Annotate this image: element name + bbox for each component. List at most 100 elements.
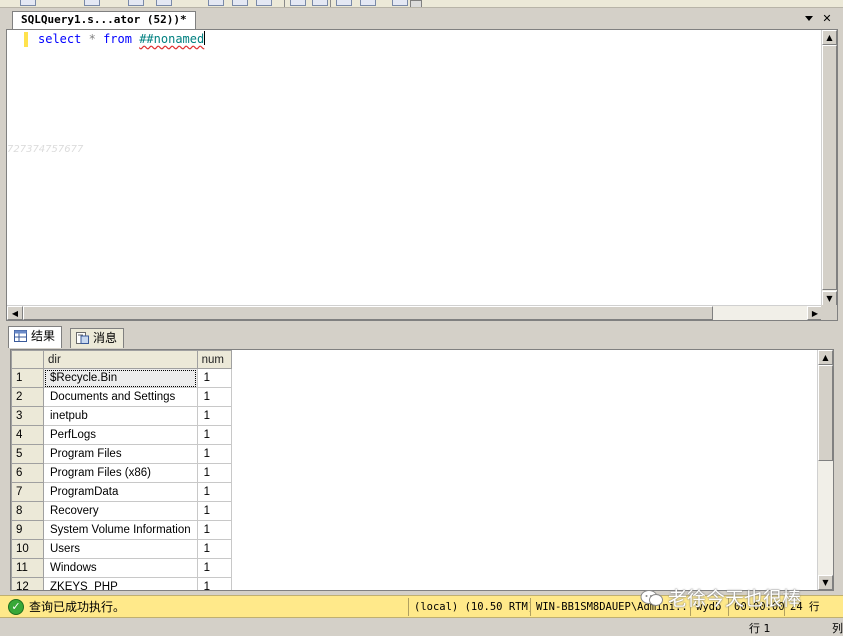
table-row: 12 ZKEYS_PHP 1 xyxy=(11,577,232,590)
table-row: 1 $Recycle.Bin 1 xyxy=(11,368,232,388)
cell-dir[interactable]: ZKEYS_PHP xyxy=(43,577,198,590)
app-status-bar: 行 1 列 xyxy=(0,619,843,636)
close-icon[interactable]: ✕ xyxy=(820,11,834,27)
cursor-line: 行 1 xyxy=(749,622,771,635)
cell-num[interactable]: 1 xyxy=(196,406,232,426)
tab-messages[interactable]: 消息 xyxy=(70,328,125,348)
scrollbar-corner xyxy=(821,305,837,320)
cell-dir[interactable]: $Recycle.Bin xyxy=(43,368,198,388)
toolbar-button[interactable] xyxy=(336,0,352,6)
cell-num[interactable]: 1 xyxy=(196,387,232,407)
cell-num[interactable]: 1 xyxy=(196,577,232,590)
cell-num[interactable]: 1 xyxy=(196,463,232,483)
row-number[interactable]: 10 xyxy=(11,539,44,559)
scroll-left-icon[interactable]: ◀ xyxy=(7,306,23,320)
scroll-thumb[interactable] xyxy=(818,365,833,461)
main-toolbar xyxy=(0,0,843,8)
table-row: 6 Program Files (x86) 1 xyxy=(11,463,232,483)
table-row: 5 Program Files 1 xyxy=(11,444,232,464)
row-number[interactable]: 5 xyxy=(11,444,44,464)
row-number[interactable]: 1 xyxy=(11,368,44,388)
row-number[interactable]: 3 xyxy=(11,406,44,426)
cell-num[interactable]: 1 xyxy=(196,444,232,464)
cell-num[interactable]: 1 xyxy=(196,539,232,559)
editor-horizontal-scrollbar[interactable]: ◀ ▶ xyxy=(7,305,823,320)
cell-num[interactable]: 1 xyxy=(196,520,232,540)
row-number[interactable]: 7 xyxy=(11,482,44,502)
execute-icon[interactable] xyxy=(84,0,100,6)
row-number[interactable]: 9 xyxy=(11,520,44,540)
scroll-thumb[interactable] xyxy=(23,306,713,320)
table-row: 8 Recovery 1 xyxy=(11,501,232,521)
cell-num[interactable]: 1 xyxy=(196,482,232,502)
row-number[interactable]: 6 xyxy=(11,463,44,483)
row-number[interactable]: 12 xyxy=(11,577,44,590)
toolbar-button[interactable] xyxy=(312,0,328,6)
toolbar-overflow-dropdown[interactable] xyxy=(410,0,422,7)
cell-dir[interactable]: Program Files (x86) xyxy=(43,463,198,483)
chevron-down-icon[interactable] xyxy=(802,11,816,27)
tab-results-label: 结果 xyxy=(31,329,56,343)
row-number[interactable]: 2 xyxy=(11,387,44,407)
watermark-text: 老徐今天也很棒 xyxy=(668,588,802,610)
scroll-thumb[interactable] xyxy=(822,45,837,290)
editor-vertical-scrollbar[interactable]: ▲ ▼ xyxy=(821,30,837,306)
column-header-dir[interactable]: dir xyxy=(43,350,198,369)
cell-dir[interactable]: Windows xyxy=(43,558,198,578)
toolbar-button[interactable] xyxy=(156,0,172,6)
message-icon xyxy=(76,332,89,344)
editor-margin xyxy=(7,30,25,306)
table-row: 4 PerfLogs 1 xyxy=(11,425,232,445)
faint-text: 727374757677 xyxy=(7,144,84,155)
cell-num[interactable]: 1 xyxy=(196,368,232,388)
row-number[interactable]: 4 xyxy=(11,425,44,445)
cell-dir[interactable]: PerfLogs xyxy=(43,425,198,445)
cell-num[interactable]: 1 xyxy=(196,425,232,445)
code-line-1[interactable]: select * from ##nonamed xyxy=(38,31,206,47)
toolbar-button[interactable] xyxy=(360,0,376,6)
table-reference: ##nonamed xyxy=(139,32,205,46)
toolbar-separator xyxy=(330,0,331,7)
results-to-grid-icon[interactable] xyxy=(128,0,144,6)
cursor-column: 列 xyxy=(832,622,843,635)
tab-results[interactable]: 结果 xyxy=(8,326,63,348)
scroll-up-icon[interactable]: ▲ xyxy=(822,30,837,45)
cell-dir[interactable]: Recovery xyxy=(43,501,198,521)
status-user: WIN-BB1SM8DAUEP\Admini... xyxy=(530,598,690,616)
cell-num[interactable]: 1 xyxy=(196,501,232,521)
toolbar-button[interactable] xyxy=(20,0,36,6)
column-header-num[interactable]: num xyxy=(196,350,232,369)
cell-dir[interactable]: Documents and Settings xyxy=(43,387,198,407)
table-row: 7 ProgramData 1 xyxy=(11,482,232,502)
cell-dir[interactable]: Users xyxy=(43,539,198,559)
cell-num[interactable]: 1 xyxy=(196,558,232,578)
scroll-up-icon[interactable]: ▲ xyxy=(818,350,833,365)
text-caret xyxy=(204,31,206,45)
toolbar-separator xyxy=(284,0,285,7)
results-grid[interactable]: dir num 1 $Recycle.Bin 1 2 Documents and… xyxy=(10,349,834,591)
query-editor[interactable]: select * from ##nonamed 727374757677 ▲ ▼… xyxy=(6,29,838,321)
cell-dir[interactable]: inetpub xyxy=(43,406,198,426)
outdent-icon[interactable] xyxy=(232,0,248,6)
toolbar-button[interactable] xyxy=(290,0,306,6)
cell-dir[interactable]: ProgramData xyxy=(43,482,198,502)
check-circle-icon: ✓ xyxy=(8,599,24,615)
indent-icon[interactable] xyxy=(208,0,224,6)
scroll-down-icon[interactable]: ▼ xyxy=(822,291,837,306)
corner-header[interactable] xyxy=(11,350,44,369)
change-marker xyxy=(24,32,28,47)
toolbar-button[interactable] xyxy=(392,0,408,6)
cell-dir[interactable]: Program Files xyxy=(43,444,198,464)
grid-vertical-scrollbar[interactable]: ▲ ▼ xyxy=(817,350,833,590)
comment-icon[interactable] xyxy=(256,0,272,6)
scroll-down-icon[interactable]: ▼ xyxy=(818,575,833,590)
cell-dir[interactable]: System Volume Information xyxy=(43,520,198,540)
editor-tabstrip: SQLQuery1.s...ator (52))* ✕ xyxy=(0,9,843,29)
keyword-from: from xyxy=(103,32,132,46)
tab-sqlquery1[interactable]: SQLQuery1.s...ator (52))* xyxy=(12,11,196,29)
keyword-select: select xyxy=(38,32,82,46)
header-row: dir num xyxy=(11,350,232,369)
row-number[interactable]: 8 xyxy=(11,501,44,521)
grid-icon xyxy=(14,330,27,342)
row-number[interactable]: 11 xyxy=(11,558,44,578)
